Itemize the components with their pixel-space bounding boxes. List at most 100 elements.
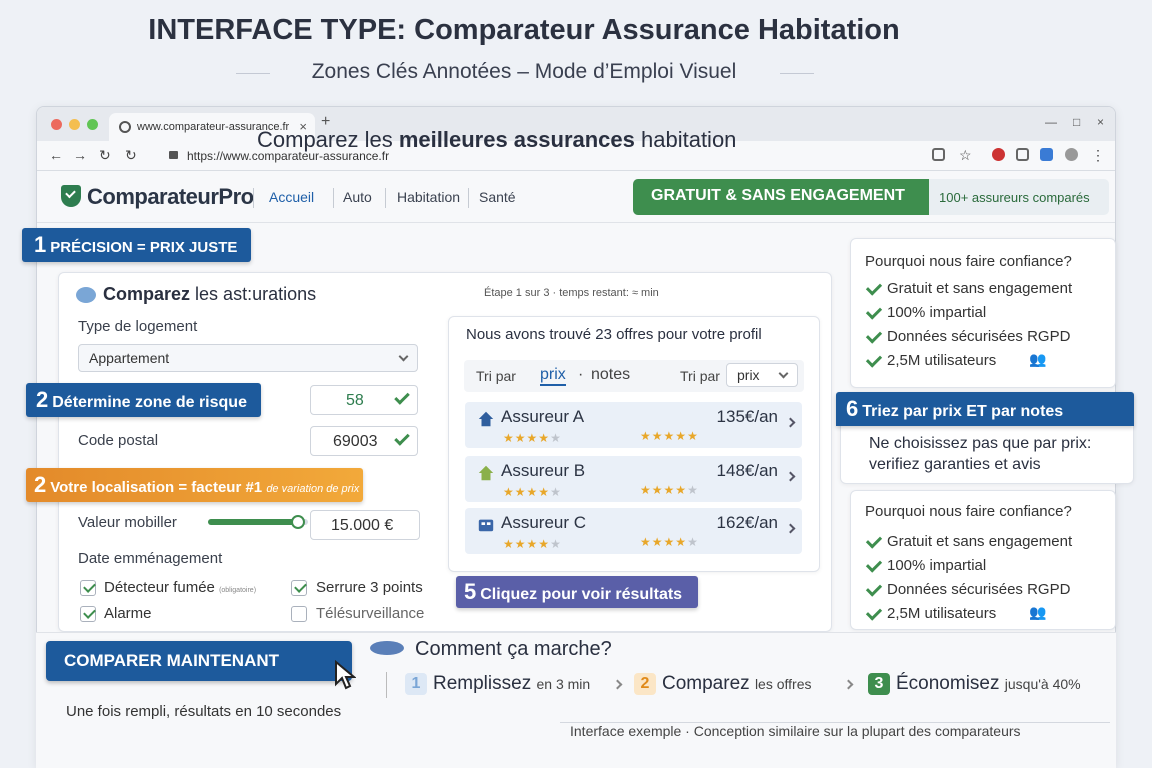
star-icon: ★ [503, 431, 515, 445]
valeur-slider-thumb[interactable] [291, 515, 305, 529]
offer-price: 162€/an [716, 513, 778, 532]
house-green-icon [478, 465, 494, 481]
offer-name: Assureur A [501, 407, 585, 426]
type-select[interactable]: Appartement [78, 344, 418, 372]
star-icon: ★ [663, 429, 676, 443]
callout-5: 5 Cliquez pour voir résultats [456, 576, 699, 608]
date-label: Date emménagement [78, 550, 223, 567]
callout-text: Cliquez pour voir résultats [480, 586, 683, 603]
step-title: Comparez [662, 673, 750, 695]
nav-habitation[interactable]: Habitation [397, 189, 460, 205]
offer-rating: ★★★★★ [503, 431, 562, 445]
refresh-icon[interactable]: ↻ [125, 147, 137, 164]
extension-red-icon[interactable] [992, 148, 1005, 161]
star-icon: ★ [687, 535, 699, 549]
trust-title: Pourquoi nous faire confiance? [865, 253, 1072, 270]
valeur-input[interactable]: 15.000 € [310, 510, 420, 540]
star-icon: ★ [503, 537, 515, 551]
chevron-down-icon [398, 351, 409, 362]
trust-item: 2,5M utilisateurs [865, 605, 996, 622]
nav-accueil[interactable]: Accueil [269, 189, 314, 205]
option-label: Serrure 3 points [316, 579, 423, 596]
trust-item: Gratuit et sans engagement [865, 280, 1072, 297]
extension-icon[interactable] [1016, 148, 1029, 161]
forward-icon[interactable]: → [73, 147, 87, 163]
offer-row[interactable]: Assureur A 135€/an ★★★★★ ★★★★★ [465, 402, 802, 448]
form-title: Comparez les ast:urations [103, 284, 316, 305]
close-window-dot[interactable] [51, 119, 62, 130]
nav-auto[interactable]: Auto [343, 189, 372, 205]
offer-row[interactable]: Assureur B 148€/an ★★★★★ ★★★★★ [465, 456, 802, 502]
site-navbar: ComparateurPro Accueil Auto Habitation S… [37, 171, 1115, 223]
postal-label: Code postal [78, 432, 159, 449]
star-icon: ★ [640, 483, 652, 497]
page-subtitle: Zones Clés Annotées – Mode d’Emploi Visu… [311, 60, 737, 83]
results-title: Nous avons trouvé 23 offres pour votre p… [466, 326, 762, 343]
postal-input[interactable]: 69003 [310, 426, 418, 456]
close-icon[interactable]: × [1097, 115, 1104, 129]
offer-rating: ★★★★★ [503, 485, 562, 499]
sort-select-value: prix [737, 367, 760, 383]
offer-row[interactable]: Assureur C 162€/an ★★★★★ ★★★★★ [465, 508, 802, 554]
star-icon: ★ [651, 535, 664, 549]
chat-icon [76, 287, 96, 303]
callout-number: 2 [34, 472, 47, 497]
back-icon[interactable]: ← [49, 147, 63, 163]
check-icon [394, 389, 410, 405]
nav-sante[interactable]: Santé [479, 189, 516, 205]
reload-icon[interactable]: ↻ [99, 147, 111, 164]
option-label: Télésurveillance [316, 605, 425, 622]
valeur-value: 15.000 € [331, 517, 394, 534]
compare-now-button[interactable]: COMPARER MAINTENANT [46, 641, 352, 681]
form-title-rest: les ast:urations [195, 284, 317, 304]
option-checkbox[interactable] [291, 580, 307, 596]
step-detail: jusqu'à 40% [1004, 676, 1081, 693]
extension-blue-icon[interactable] [1040, 148, 1053, 161]
sort-select[interactable]: prix [726, 363, 798, 387]
callout-2-risk: 2 Détermine zone de risque [26, 383, 261, 417]
option-checkbox[interactable] [80, 606, 96, 622]
option-checkbox[interactable] [291, 606, 307, 622]
trust-card: Pourquoi nous faire confiance? Gratuit e… [850, 490, 1116, 630]
minimize-icon[interactable]: — [1045, 115, 1057, 129]
sort-price-tab[interactable]: prix [540, 366, 566, 386]
sort-separator: · [578, 366, 584, 383]
nav-divider [385, 188, 386, 208]
star-icon: ★ [526, 431, 539, 445]
valeur-slider-track[interactable] [208, 515, 308, 529]
how-step: 1 Remplissez en 3 min [405, 673, 590, 695]
free-badge: GRATUIT & SANS ENGAGEMENT [633, 179, 929, 215]
star-icon: ★ [675, 483, 688, 497]
sort-bar: Tri par prix · notes Tri par prix [464, 360, 804, 392]
menu-dots-icon[interactable]: ⋮ [1091, 147, 1105, 164]
callout-small: de variation de prix [266, 483, 360, 495]
step-detail: les offres [754, 676, 812, 693]
step-title: Remplissez [433, 673, 532, 695]
star-icon[interactable]: ☆ [959, 147, 972, 164]
callout-text: Triez par prix ET par notes [862, 403, 1064, 420]
zone-input[interactable]: 58 [310, 385, 418, 415]
callout-text: PRÉCISION = PRIX JUSTE [50, 239, 238, 256]
star-icon: ★ [514, 485, 527, 499]
profile-icon[interactable] [1065, 148, 1078, 161]
star-icon: ★ [651, 429, 664, 443]
share-icon[interactable] [932, 148, 945, 161]
callout-number: 5 [464, 579, 477, 604]
restore-icon[interactable]: □ [1073, 115, 1080, 129]
callout-number: 2 [36, 387, 49, 412]
rocket-icon [370, 641, 404, 655]
building-icon [478, 519, 494, 532]
maximize-window-dot[interactable] [87, 119, 98, 130]
site-logo[interactable]: ComparateurPro [87, 184, 254, 210]
star-icon: ★ [503, 485, 515, 499]
sort-label-2: Tri par [680, 368, 720, 384]
minimize-window-dot[interactable] [69, 119, 80, 130]
form-title-bold: Comparez [103, 284, 191, 304]
option-checkbox[interactable] [80, 580, 96, 596]
offer-price-rating: ★★★★★ [640, 429, 699, 443]
type-select-value: Appartement [89, 350, 170, 366]
sort-notes-tab[interactable]: notes [591, 366, 630, 384]
option-text: Détecteur fumée [104, 579, 215, 596]
users-icon: 👥 [1029, 351, 1047, 367]
step-title: Économisez [896, 673, 1000, 695]
